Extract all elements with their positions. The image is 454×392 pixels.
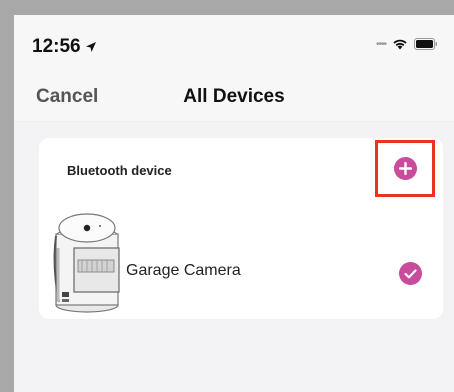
time-text: 12:56 — [32, 36, 81, 57]
add-device-button[interactable] — [375, 140, 435, 197]
status-time: 12:56 — [32, 36, 97, 58]
wifi-icon — [393, 39, 407, 50]
bluetooth-device-card: Bluetooth device Garage Camera — [39, 138, 443, 319]
status-icons: •••• — [376, 38, 438, 50]
signal-dots-icon: •••• — [375, 38, 387, 50]
camera-device-image — [53, 213, 120, 313]
status-bar: 12:56 •••• — [14, 15, 454, 71]
device-name: Garage Camera — [126, 262, 241, 279]
check-circle-icon[interactable] — [399, 262, 422, 285]
battery-icon — [414, 38, 437, 50]
plus-circle-icon — [393, 157, 417, 180]
navigation-bar: Cancel All Devices — [14, 71, 454, 122]
location-arrow-icon — [85, 42, 96, 52]
page-title: All Devices — [183, 86, 285, 107]
device-list-item[interactable]: Garage Camera — [39, 206, 443, 316]
phone-screen: 12:56 •••• Cancel All Devices Bluetooth … — [14, 15, 454, 392]
section-title: Bluetooth device — [67, 163, 172, 178]
